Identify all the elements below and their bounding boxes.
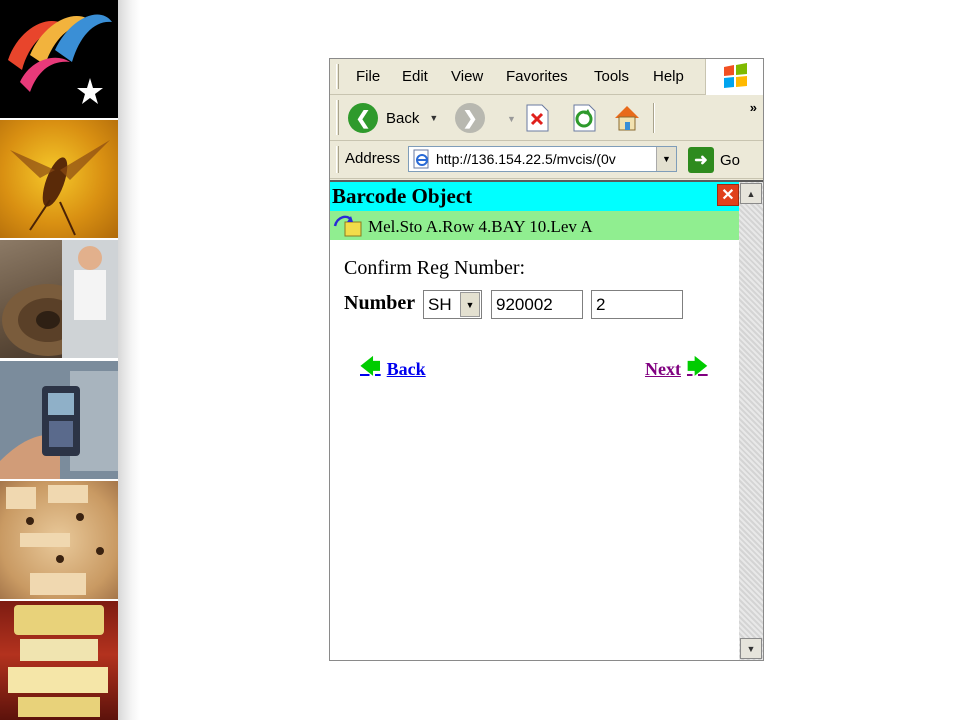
back-button[interactable]: ❮ Back ▼ bbox=[348, 103, 438, 133]
stop-button[interactable] bbox=[522, 103, 552, 133]
brand-logo bbox=[0, 0, 118, 118]
back-button-label: Back bbox=[386, 109, 420, 127]
go-label: Go bbox=[720, 151, 741, 169]
ie-page-icon bbox=[413, 149, 429, 169]
handheld-scanner-photo bbox=[0, 361, 118, 479]
toolbar-grip[interactable] bbox=[336, 100, 339, 135]
basket-researcher-photo bbox=[0, 240, 118, 358]
prefix-select-value: SH bbox=[428, 294, 452, 314]
page-viewport: Barcode Object ✕ Mel.Sto A.Row 4.BAY 10.… bbox=[330, 180, 763, 660]
strip-shadow bbox=[118, 0, 140, 720]
standard-toolbar: ❮ Back ▼ ❯ ▼ » bbox=[330, 95, 763, 141]
refresh-button[interactable] bbox=[569, 103, 599, 133]
home-button[interactable] bbox=[612, 103, 642, 133]
back-arrow-icon: ❮ bbox=[348, 103, 378, 133]
number-label: Number bbox=[344, 292, 416, 314]
browser-window: File Edit View Favorites Tools Help ❮ Ba… bbox=[329, 58, 764, 661]
storage-location: Mel.Sto A.Row 4.BAY 10.Lev A bbox=[368, 217, 593, 236]
address-input[interactable]: http://136.154.22.5/mvcis/(0v ▼ bbox=[408, 146, 677, 172]
address-url: http://136.154.22.5/mvcis/(0v bbox=[436, 151, 616, 167]
toolbar-grip[interactable] bbox=[336, 146, 339, 173]
home-icon bbox=[615, 106, 639, 131]
forward-dropdown-icon[interactable]: ▼ bbox=[507, 114, 516, 124]
toolbar-grip[interactable] bbox=[336, 64, 339, 89]
address-dropdown-icon[interactable]: ▼ bbox=[656, 147, 676, 171]
scroll-down-icon[interactable]: ▼ bbox=[740, 638, 762, 659]
page-title: Barcode Object bbox=[332, 184, 473, 208]
stop-icon bbox=[526, 104, 549, 132]
insect-specimen-collection-photo bbox=[0, 481, 118, 599]
go-arrow-icon: ➜ bbox=[688, 147, 714, 173]
vertical-scrollbar[interactable]: ▲ ▼ bbox=[739, 182, 763, 660]
menu-edit[interactable]: Edit bbox=[402, 68, 428, 85]
back-link-label[interactable]: Back bbox=[387, 359, 426, 380]
forward-arrow-icon: ❯ bbox=[455, 103, 485, 133]
page-title-bar: Barcode Object ✕ bbox=[330, 182, 739, 211]
back-dropdown-icon[interactable]: ▼ bbox=[429, 113, 438, 123]
next-link[interactable]: Next 🡆 bbox=[645, 352, 708, 386]
menu-bar: File Edit View Favorites Tools Help bbox=[330, 59, 763, 95]
confirm-prompt: Confirm Reg Number: bbox=[344, 257, 526, 279]
go-button[interactable]: ➜ Go bbox=[688, 147, 740, 173]
back-link[interactable]: 🡄 Back bbox=[360, 352, 426, 386]
right-arrow-icon: 🡆 bbox=[686, 356, 708, 378]
menu-help[interactable]: Help bbox=[653, 68, 684, 85]
menu-view[interactable]: View bbox=[451, 68, 483, 85]
toolbar-overflow-chevron-icon[interactable]: » bbox=[750, 100, 757, 115]
folder-up-icon[interactable] bbox=[333, 214, 363, 238]
menu-file[interactable]: File bbox=[356, 68, 380, 85]
address-label: Address bbox=[345, 150, 401, 167]
fire-extinguisher-photo bbox=[0, 601, 118, 720]
decorative-photo-strip bbox=[0, 0, 118, 720]
next-link-label[interactable]: Next bbox=[645, 359, 681, 380]
address-bar: Address http://136.154.22.5/mvcis/(0v ▼ … bbox=[330, 141, 763, 179]
menu-tools[interactable]: Tools bbox=[594, 68, 629, 85]
left-arrow-icon: 🡄 bbox=[360, 356, 381, 378]
scroll-up-icon[interactable]: ▲ bbox=[740, 183, 762, 204]
close-icon[interactable]: ✕ bbox=[717, 184, 739, 206]
prefix-select[interactable]: SH ▼ bbox=[423, 290, 482, 319]
forward-button[interactable]: ❯ bbox=[455, 103, 485, 133]
chevron-down-icon[interactable]: ▼ bbox=[460, 292, 480, 317]
windows-logo-icon bbox=[705, 59, 763, 95]
part-number-input[interactable]: 2 bbox=[591, 290, 683, 319]
menu-favorites[interactable]: Favorites bbox=[506, 68, 568, 85]
toolbar-separator bbox=[653, 103, 655, 133]
refresh-icon bbox=[573, 104, 596, 132]
location-bar: Mel.Sto A.Row 4.BAY 10.Lev A bbox=[330, 211, 739, 240]
amber-insect-photo bbox=[0, 120, 118, 238]
reg-number-input[interactable]: 920002 bbox=[491, 290, 583, 319]
